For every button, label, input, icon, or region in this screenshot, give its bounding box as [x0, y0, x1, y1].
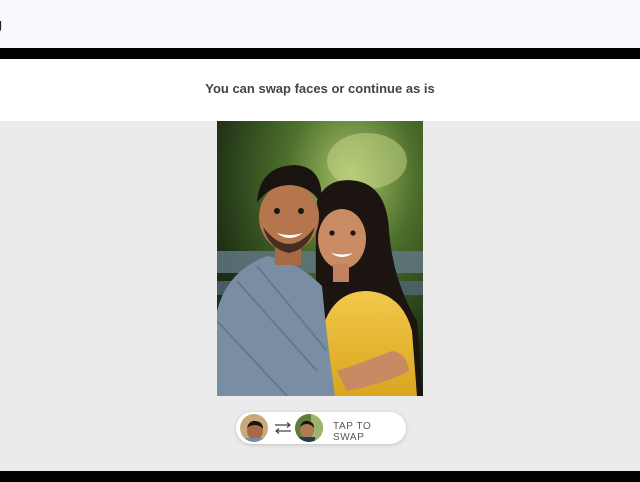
- header-title: g: [0, 16, 2, 33]
- instruction-band: You can swap faces or continue as is: [0, 59, 640, 121]
- main-content: TAP TO SWAP: [0, 121, 640, 471]
- header-divider: [0, 48, 640, 59]
- app-header: g: [0, 0, 640, 48]
- tap-to-swap-label: TAP TO SWAP: [333, 421, 372, 443]
- source-face-icon: [240, 414, 268, 442]
- couple-photo-image: [217, 121, 423, 396]
- couple-photo[interactable]: [217, 121, 423, 396]
- target-face-icon: [295, 414, 323, 442]
- swap-arrows-icon: [275, 422, 291, 434]
- instruction-text: You can swap faces or continue as is: [205, 81, 435, 96]
- bottom-bar: [0, 471, 640, 482]
- tap-to-swap-button[interactable]: TAP TO SWAP: [236, 412, 406, 444]
